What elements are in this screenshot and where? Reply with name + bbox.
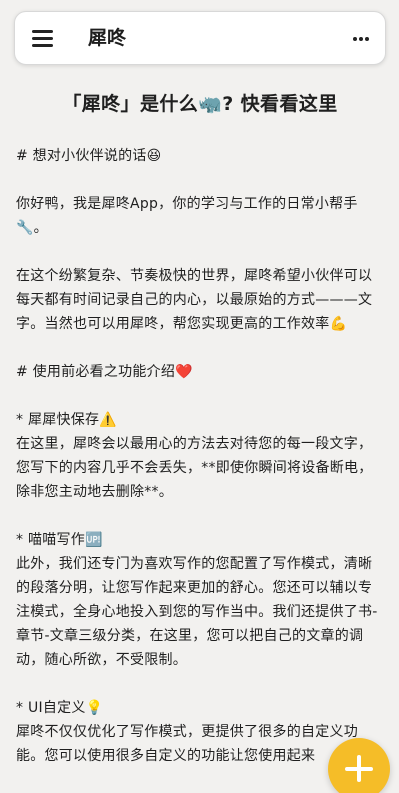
feature-ui-customization: * UI自定义💡 犀咚不仅仅优化了写作模式，更提供了很多的自定义功能。您可以使用… <box>16 696 384 768</box>
feature-writing-mode: * 喵喵写作🆙 此外，我们还专门为喜欢写作的您配置了写作模式，清晰的段落分明，让… <box>16 528 384 672</box>
purpose-paragraph: 在这个纷繁复杂、节奏极快的世界，犀咚希望小伙伴可以每天都有时间记录自己的内心，以… <box>16 268 373 332</box>
feature-ui-customization-body: 犀咚不仅仅优化了写作模式，更提供了很多的自定义功能。您可以使用很多自定义的功能让… <box>16 724 358 764</box>
more-dot <box>353 37 357 41</box>
feature-writing-mode-body: 此外，我们还专门为喜欢写作的您配置了写作模式，清晰的段落分明，让您写作起来更加的… <box>16 556 378 668</box>
hamburger-menu-icon[interactable] <box>31 29 55 49</box>
section-heading-message: # 想对小伙伴说的话😆 <box>16 148 162 164</box>
app-title: 犀咚 <box>88 27 127 49</box>
menu-line <box>32 30 53 33</box>
notes-app-screen: 犀咚 「犀咚」是什么🦏? 快看看这里 # 想对小伙伴说的话😆 你好鸭，我是犀咚A… <box>0 0 399 793</box>
intro-paragraph: 你好鸭，我是犀咚App，你的学习与工作的日常小帮手🔧。 <box>16 196 358 236</box>
menu-line <box>32 44 53 47</box>
article-title: 「犀咚」是什么🦏? 快看看这里 <box>62 93 338 115</box>
section-heading-features: # 使用前必看之功能介绍❤️ <box>16 364 193 380</box>
more-dots-icon[interactable] <box>351 29 371 49</box>
more-dot <box>359 37 363 41</box>
feature-writing-mode-title: * 喵喵写作🆙 <box>16 532 103 548</box>
more-dot <box>365 37 369 41</box>
feature-auto-save: * 犀犀快保存⚠️ 在这里，犀咚会以最用心的方法去对待您的每一段文字，您写下的内… <box>16 408 384 504</box>
add-plus-icon[interactable] <box>328 738 390 793</box>
top-app-bar: 犀咚 <box>14 11 386 65</box>
feature-auto-save-body: 在这里，犀咚会以最用心的方法去对待您的每一段文字，您写下的内容几乎不会丢失，**… <box>16 436 373 500</box>
feature-auto-save-title: * 犀犀快保存⚠️ <box>16 412 117 428</box>
article-content[interactable]: 「犀咚」是什么🦏? 快看看这里 # 想对小伙伴说的话😆 你好鸭，我是犀咚App，… <box>16 87 384 793</box>
menu-line <box>32 37 53 40</box>
feature-ui-customization-title: * UI自定义💡 <box>16 700 104 716</box>
